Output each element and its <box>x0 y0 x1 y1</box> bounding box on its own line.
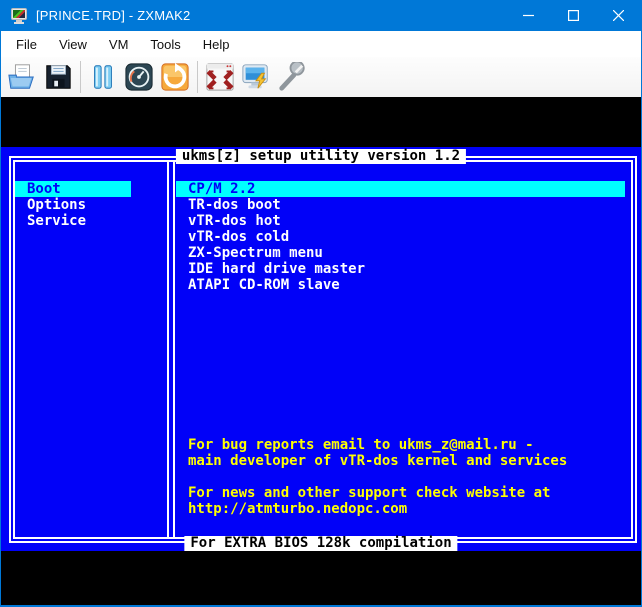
title-bar: [PRINCE.TRD] - ZXMAK2 <box>1 0 641 31</box>
boot-option-zx-menu[interactable]: ZX-Spectrum menu <box>176 245 625 261</box>
window-title: [PRINCE.TRD] - ZXMAK2 <box>36 8 191 23</box>
toolbar-separator <box>197 61 198 93</box>
close-button[interactable] <box>596 0 641 31</box>
menu-view[interactable]: View <box>48 33 98 56</box>
fullscreen-button[interactable] <box>202 59 238 95</box>
info-line <box>176 469 567 485</box>
menu-vm[interactable]: VM <box>98 33 140 56</box>
maximize-button[interactable] <box>551 0 596 31</box>
open-button[interactable] <box>4 59 40 95</box>
menu-tools[interactable]: Tools <box>139 33 191 56</box>
power-button[interactable] <box>238 59 274 95</box>
fullscreen-icon <box>206 63 234 91</box>
open-icon <box>8 64 34 89</box>
reset-icon <box>161 62 189 91</box>
boot-option-vtr-hot[interactable]: vTR-dos hot <box>176 213 625 229</box>
save-button[interactable] <box>40 59 76 95</box>
info-line: http://atmturbo.nedopc.com <box>188 501 408 517</box>
menu-bar: File View VM Tools Help <box>1 31 641 57</box>
boot-option-vtr-cold[interactable]: vTR-dos cold <box>176 229 625 245</box>
close-icon <box>613 10 624 21</box>
reset-button[interactable] <box>157 59 193 95</box>
boot-option-trdos[interactable]: TR-dos boot <box>176 197 625 213</box>
info-text: For bug reports email to ukms_z@mail.ru … <box>176 437 567 517</box>
menu-help[interactable]: Help <box>192 33 241 56</box>
pause-icon <box>94 65 112 89</box>
pause-button[interactable] <box>85 59 121 95</box>
toolbar-separator <box>80 61 81 93</box>
category-menu: Boot Options Service <box>15 181 131 229</box>
menu-item-boot[interactable]: Boot <box>15 181 131 197</box>
menu-item-options[interactable]: Options <box>15 197 131 213</box>
settings-button[interactable] <box>274 59 310 95</box>
power-icon <box>242 64 268 89</box>
speed-button[interactable] <box>121 59 157 95</box>
save-icon <box>46 65 71 89</box>
minimize-icon <box>523 14 534 17</box>
minimize-button[interactable] <box>506 0 551 31</box>
maximize-icon <box>568 10 579 21</box>
boot-options-list: CP/M 2.2 TR-dos boot vTR-dos hot vTR-dos… <box>176 181 625 293</box>
info-line: For news and other support check website… <box>188 485 551 501</box>
toolbar <box>1 57 641 97</box>
status-line: For EXTRA BIOS 128k compilation <box>184 536 458 551</box>
setup-title: ukms[z] setup utility version 1.2 <box>175 149 467 164</box>
speed-icon <box>125 63 153 91</box>
emulator-display: ukms[z] setup utility version 1.2 Boot O… <box>1 97 641 605</box>
boot-option-cpm[interactable]: CP/M 2.2 <box>176 181 625 197</box>
pane-divider <box>167 162 175 537</box>
app-window: [PRINCE.TRD] - ZXMAK2 File View VM Tools… <box>0 0 642 607</box>
boot-option-atapi[interactable]: ATAPI CD-ROM slave <box>176 277 625 293</box>
menu-item-service[interactable]: Service <box>15 213 131 229</box>
boot-option-ide[interactable]: IDE hard drive master <box>176 261 625 277</box>
menu-file[interactable]: File <box>5 33 48 56</box>
info-line: main developer of vTR-dos kernel and ser… <box>188 453 568 469</box>
emulated-screen[interactable]: ukms[z] setup utility version 1.2 Boot O… <box>1 147 641 551</box>
app-icon <box>10 7 28 24</box>
settings-icon <box>279 62 305 91</box>
info-line: For bug reports email to ukms_z@mail.ru … <box>188 437 534 453</box>
